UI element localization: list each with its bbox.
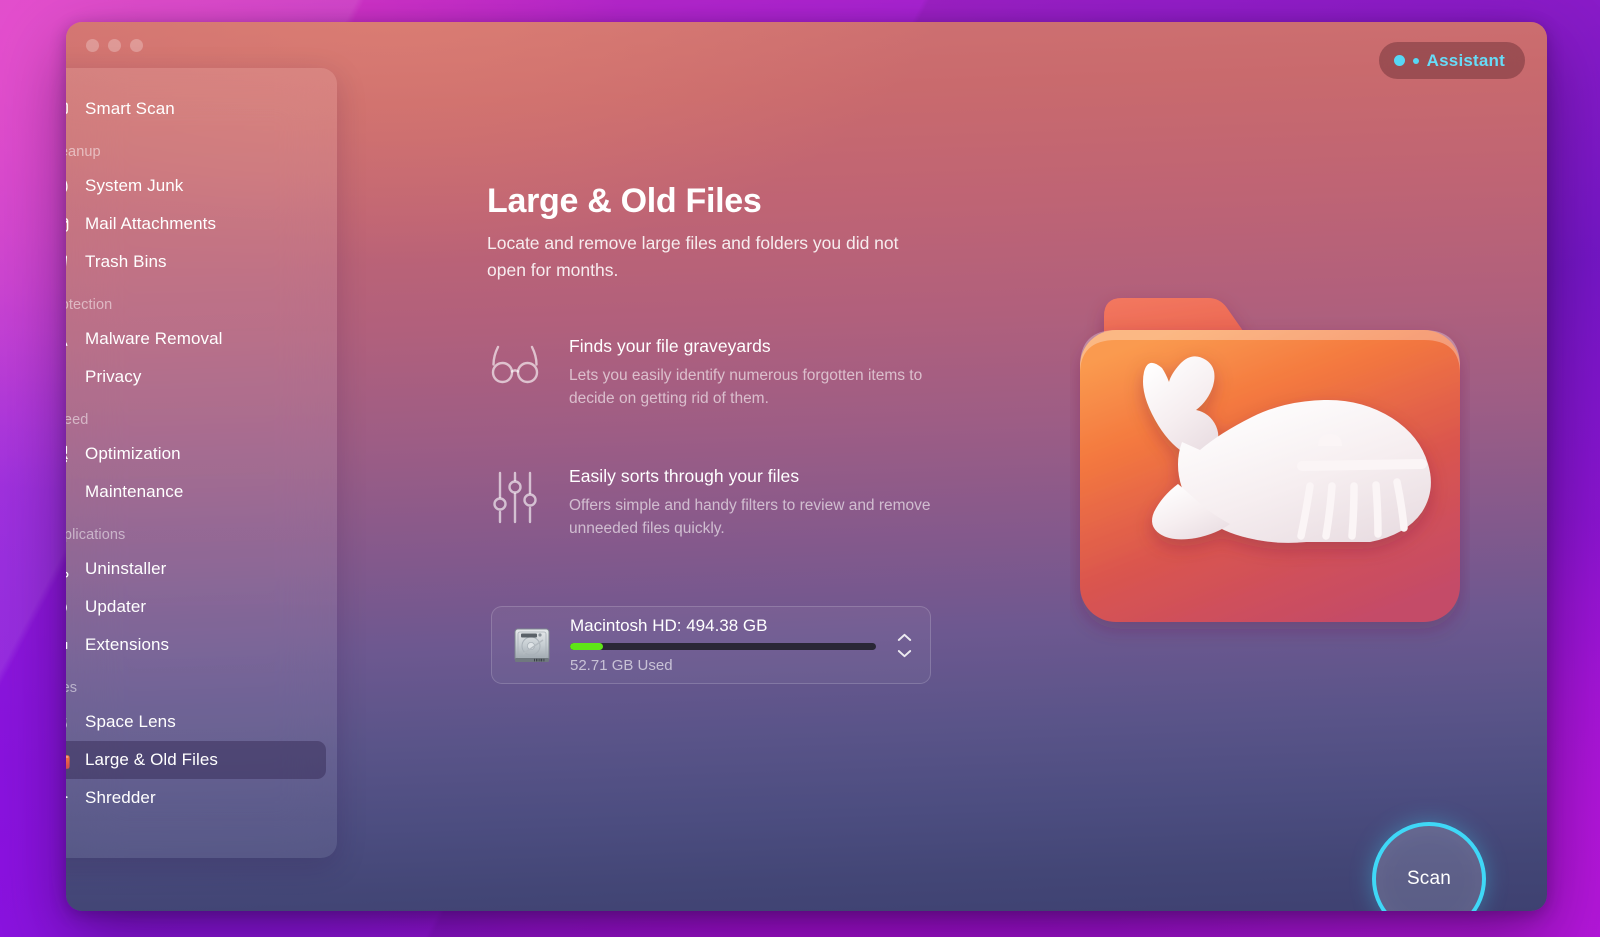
sidebar-item-label: Updater (85, 597, 147, 616)
feature-title: Finds your file graveyards (569, 336, 771, 356)
drive-name: Macintosh HD: 494.38 GB (570, 616, 768, 635)
sidebar-item-space-lens[interactable]: Space Lens (66, 703, 326, 741)
assistant-label: Assistant (1426, 50, 1505, 70)
sidebar-item-label: Uninstaller (85, 559, 167, 578)
sidebar-item-label: Maintenance (85, 482, 184, 501)
sidebar-item-mail-attachments[interactable]: Mail Attachments (66, 205, 326, 243)
sidebar-item-malware-removal[interactable]: Malware Removal (66, 320, 326, 358)
large-old-files-folder-icon (66, 748, 71, 773)
main-content: Large & Old Files Locate and remove larg… (487, 22, 1547, 911)
uninstaller-icon (66, 557, 71, 582)
space-lens-icon (66, 710, 71, 735)
scan-button-label: Scan (1406, 868, 1452, 889)
sidebar-item-label: Large & Old Files (85, 750, 219, 769)
sidebar-group-speed: Speed (66, 412, 89, 428)
sidebar-item-label: Smart Scan (85, 99, 175, 118)
sidebar-group-applications: Applications (66, 527, 126, 543)
trash-bins-icon (66, 250, 71, 275)
shredder-icon (66, 786, 71, 811)
drive-usage-bar (570, 643, 876, 650)
updater-arrow-icon (66, 595, 71, 620)
sidebar-item-privacy[interactable]: Privacy (66, 358, 326, 396)
sidebar-item-updater[interactable]: Updater (66, 588, 326, 626)
chevron-down-icon[interactable] (897, 649, 912, 658)
close-button[interactable] (86, 39, 99, 52)
maintenance-wrench-icon (66, 480, 71, 505)
sidebar-group-protection: Protection (66, 297, 113, 313)
sidebar-item-label: Shredder (85, 788, 156, 807)
chevron-up-icon[interactable] (897, 633, 912, 642)
system-junk-icon (66, 174, 71, 199)
drive-used-label: 52.71 GB Used (570, 657, 673, 674)
sidebar-item-trash-bins[interactable]: Trash Bins (66, 243, 326, 281)
sidebar-group-cleanup: Cleanup (66, 144, 101, 160)
optimization-sliders-icon (66, 442, 71, 467)
feature-title: Easily sorts through your files (569, 466, 800, 486)
drive-selector[interactable]: Macintosh HD: 494.38 GB 52.71 GB Used (491, 606, 931, 684)
sidebar-item-label: Trash Bins (85, 252, 167, 271)
sidebar-item-label: Mail Attachments (85, 214, 217, 233)
sidebar-item-label: Space Lens (85, 712, 176, 731)
hard-disk-icon (514, 628, 550, 662)
drive-usage-fill (570, 643, 603, 650)
mail-attachments-icon (66, 212, 71, 237)
sidebar-group-files: Files (66, 680, 78, 696)
drive-stepper[interactable] (892, 633, 916, 658)
sidebar-item-label: Extensions (85, 635, 170, 654)
desktop-background: Assistant Large & Old Files Locate and r… (0, 0, 1600, 937)
app-window: Assistant Large & Old Files Locate and r… (66, 22, 1547, 911)
feature-item: Finds your file graveyards Lets you easi… (487, 336, 957, 411)
feature-description: Lets you easily identify numerous forgot… (569, 367, 923, 408)
extensions-puzzle-icon (66, 633, 71, 658)
page-subtitle: Locate and remove large files and folder… (487, 233, 899, 280)
sidebar-item-label: Malware Removal (85, 329, 223, 348)
orange-folder-with-whale-icon (1080, 298, 1460, 622)
feature-description: Offers simple and handy filters to revie… (569, 497, 931, 538)
assistant-dot-small-icon (1412, 57, 1419, 64)
smart-scan-icon (66, 97, 71, 122)
sidebar-item-label: Optimization (85, 444, 181, 463)
sidebar-item-large-old-files[interactable]: Large & Old Files (66, 741, 326, 779)
sidebar: Smart Scan Cleanup System Junk (66, 68, 337, 858)
sidebar-item-label: Privacy (85, 367, 142, 386)
drive-info: Macintosh HD: 494.38 GB 52.71 GB Used (570, 616, 876, 674)
glasses-icon (487, 336, 543, 411)
sidebar-item-shredder[interactable]: Shredder (66, 779, 326, 817)
privacy-hand-icon (66, 365, 71, 390)
sidebar-item-smart-scan[interactable]: Smart Scan (66, 90, 326, 128)
sidebar-item-uninstaller[interactable]: Uninstaller (66, 550, 326, 588)
feature-item: Easily sorts through your files Offers s… (487, 466, 957, 541)
sidebar-item-maintenance[interactable]: Maintenance (66, 473, 326, 511)
sidebar-item-system-junk[interactable]: System Junk (66, 167, 326, 205)
sliders-icon (487, 466, 543, 541)
assistant-dot-large-icon (1393, 55, 1405, 66)
minimize-button[interactable] (108, 39, 121, 52)
window-controls (86, 39, 143, 52)
sidebar-item-label: System Junk (85, 176, 184, 195)
scan-button[interactable]: Scan (1372, 822, 1486, 911)
maximize-button[interactable] (130, 39, 143, 52)
page-title: Large & Old Files (487, 182, 762, 220)
sidebar-item-extensions[interactable]: Extensions (66, 626, 326, 664)
assistant-button[interactable]: Assistant (1378, 42, 1525, 79)
malware-removal-icon (66, 327, 71, 352)
sidebar-item-optimization[interactable]: Optimization (66, 435, 326, 473)
